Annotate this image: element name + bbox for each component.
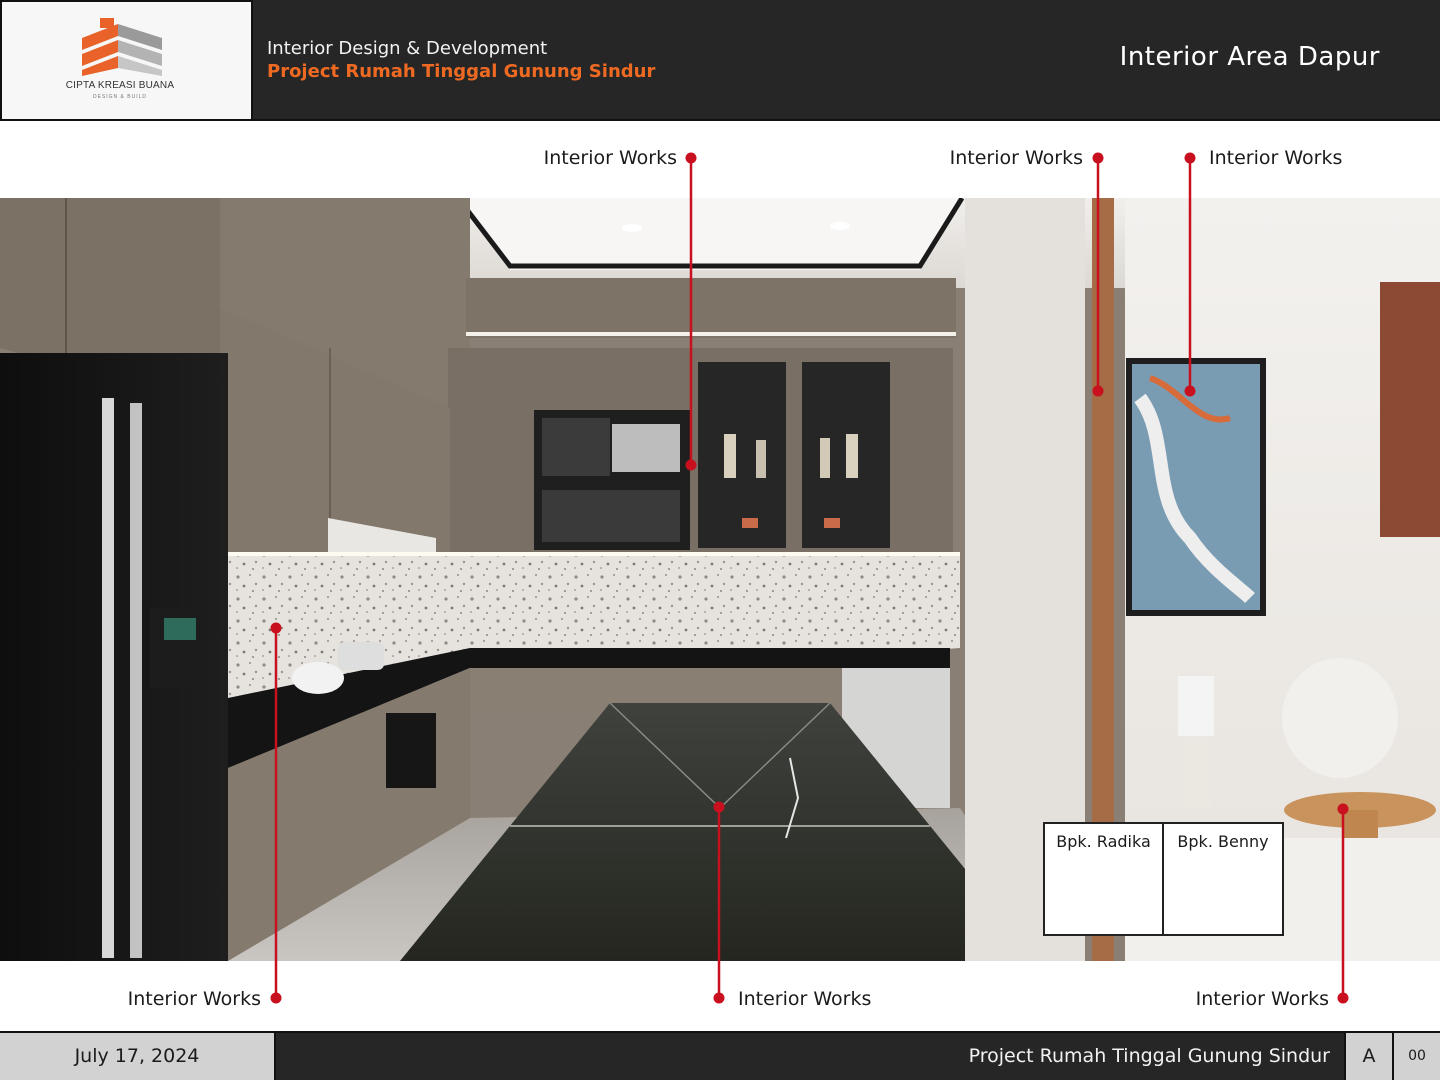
client-approval-box-2: Bpk. Benny <box>1162 822 1284 936</box>
title-block-footer: July 17, 2024 Project Rumah Tinggal Gunu… <box>0 1031 1440 1080</box>
client-name: Bpk. Radika <box>1056 832 1151 851</box>
sheet-number: 00 <box>1392 1033 1440 1080</box>
header-project-name: Project Rumah Tinggal Gunung Sindur <box>267 61 656 82</box>
revision-code: A <box>1344 1033 1392 1080</box>
callout-label-top-3: Interior Works <box>1209 147 1343 169</box>
client-approval-box-1: Bpk. Radika <box>1043 822 1164 936</box>
building-logo-icon <box>82 18 162 76</box>
company-logo: CIPTA KREASI BUANA DESIGN & BUILD <box>0 0 253 121</box>
footer-project-name: Project Rumah Tinggal Gunung Sindur <box>968 1045 1330 1067</box>
callout-label-bottom-2: Interior Works <box>738 988 872 1010</box>
callout-label-top-2: Interior Works <box>949 147 1083 169</box>
callout-label-top-1: Interior Works <box>543 147 677 169</box>
client-name: Bpk. Benny <box>1177 832 1269 851</box>
company-name: CIPTA KREASI BUANA <box>65 80 175 91</box>
header-subtitle: Interior Design & Development <box>267 38 548 59</box>
sheet-date: July 17, 2024 <box>0 1033 276 1080</box>
title-block-header: CIPTA KREASI BUANA DESIGN & BUILD Interi… <box>0 0 1440 121</box>
company-tagline: DESIGN & BUILD <box>92 94 147 100</box>
callout-label-bottom-1: Interior Works <box>127 988 261 1010</box>
callout-label-bottom-3: Interior Works <box>1195 988 1329 1010</box>
sheet-title: Interior Area Dapur <box>1119 42 1380 72</box>
